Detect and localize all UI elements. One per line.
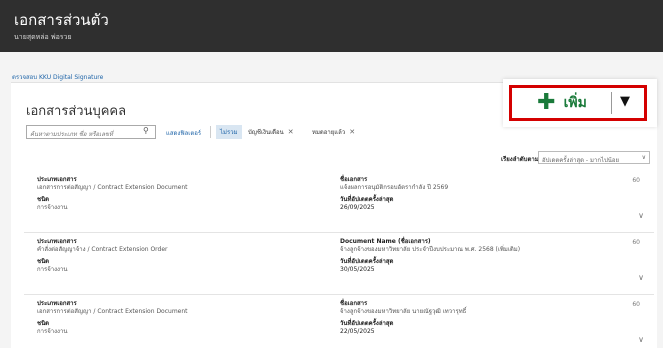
filter-row: ค้นหาตามประเภท ชื่อ หรือเลขที่ ⚲ แสดงฟิล… <box>26 125 646 141</box>
document-left-column: ประเภทเอกสาร เอกสารการต่อสัญญา / Contrac… <box>37 300 188 335</box>
list-item[interactable]: ประเภทเอกสาร เอกสารการต่อสัญญา / Contrac… <box>24 295 654 348</box>
user-name: นายสุดหล่อ พ่อรวย <box>14 33 72 41</box>
chevron-down-icon: ∨ <box>641 154 646 161</box>
chevron-down-icon[interactable]: ∨ <box>638 335 644 344</box>
close-icon[interactable]: ✕ <box>349 128 355 136</box>
filter-chip-expired[interactable]: หมดอายุแล้ว ✕ <box>308 125 359 139</box>
sort-label: เรียงลำดับตาม <box>501 156 539 163</box>
sort-row: เรียงลำดับตาม อัปเดตครั้งล่าสุด - มากไปน… <box>501 151 651 165</box>
sort-select[interactable]: อัปเดตครั้งล่าสุด - มากไปน้อย ∨ <box>538 151 650 164</box>
filter-chip-payroll[interactable]: บัญชีเงินเดือน ✕ <box>244 125 298 139</box>
page-title: เอกสารส่วนบุคคล <box>26 104 127 119</box>
search-icon[interactable]: ⚲ <box>143 126 149 135</box>
add-button[interactable]: ✚ เพิ่ม <box>515 90 609 116</box>
chevron-down-icon[interactable]: ∨ <box>638 211 644 220</box>
plus-icon: ✚ <box>537 90 556 115</box>
show-filter-link[interactable]: แสดงฟิลเตอร์ <box>166 128 201 138</box>
document-right-column: ชื่อเอกสาร จ้างลูกจ้างของมหาวิทยาลัย นาย… <box>340 300 467 335</box>
close-icon[interactable]: ✕ <box>288 128 294 136</box>
add-button-highlight: ✚ เพิ่ม ▼ <box>509 85 647 121</box>
list-item[interactable]: ประเภทเอกสาร คำสั่งต่อสัญญาจ้าง / Contra… <box>24 233 654 295</box>
chevron-down-icon[interactable]: ∨ <box>638 273 644 282</box>
document-count: 60 <box>632 239 640 246</box>
document-count: 60 <box>632 301 640 308</box>
add-button-divider <box>611 92 612 114</box>
document-left-column: ประเภทเอกสาร คำสั่งต่อสัญญาจ้าง / Contra… <box>37 238 168 273</box>
add-button-container: ✚ เพิ่ม ▼ <box>503 79 657 127</box>
add-button-label: เพิ่ม <box>563 95 587 111</box>
document-list: ประเภทเอกสาร เอกสารการต่อสัญญา / Contrac… <box>24 171 654 348</box>
document-right-column: ชื่อเอกสาร แจ้งผลการอนุมัติกรอบอัตรากำลั… <box>340 176 449 211</box>
document-count: 60 <box>632 177 640 184</box>
filter-divider <box>210 126 211 138</box>
caret-down-icon[interactable]: ▼ <box>620 94 630 109</box>
filter-chip-exclude[interactable]: ไม่รวม <box>216 125 242 139</box>
list-item[interactable]: ประเภทเอกสาร เอกสารการต่อสัญญา / Contrac… <box>24 171 654 233</box>
search-input[interactable]: ค้นหาตามประเภท ชื่อ หรือเลขที่ <box>26 125 156 139</box>
app-title: เอกสารส่วนตัว <box>14 11 109 29</box>
documents-card: เอกสารส่วนบุคคล ✚ เพิ่ม ▼ ค้นหาตามประเภท… <box>11 79 657 348</box>
top-header: เอกสารส่วนตัว นายสุดหล่อ พ่อรวย <box>0 0 663 52</box>
document-left-column: ประเภทเอกสาร เอกสารการต่อสัญญา / Contrac… <box>37 176 188 211</box>
document-right-column: Document Name (ชื่อเอกสาร) จ้างลูกจ้างขอ… <box>340 238 521 273</box>
verify-signature-link[interactable]: ตรวจสอบ KKU Digital Signature <box>12 72 103 82</box>
